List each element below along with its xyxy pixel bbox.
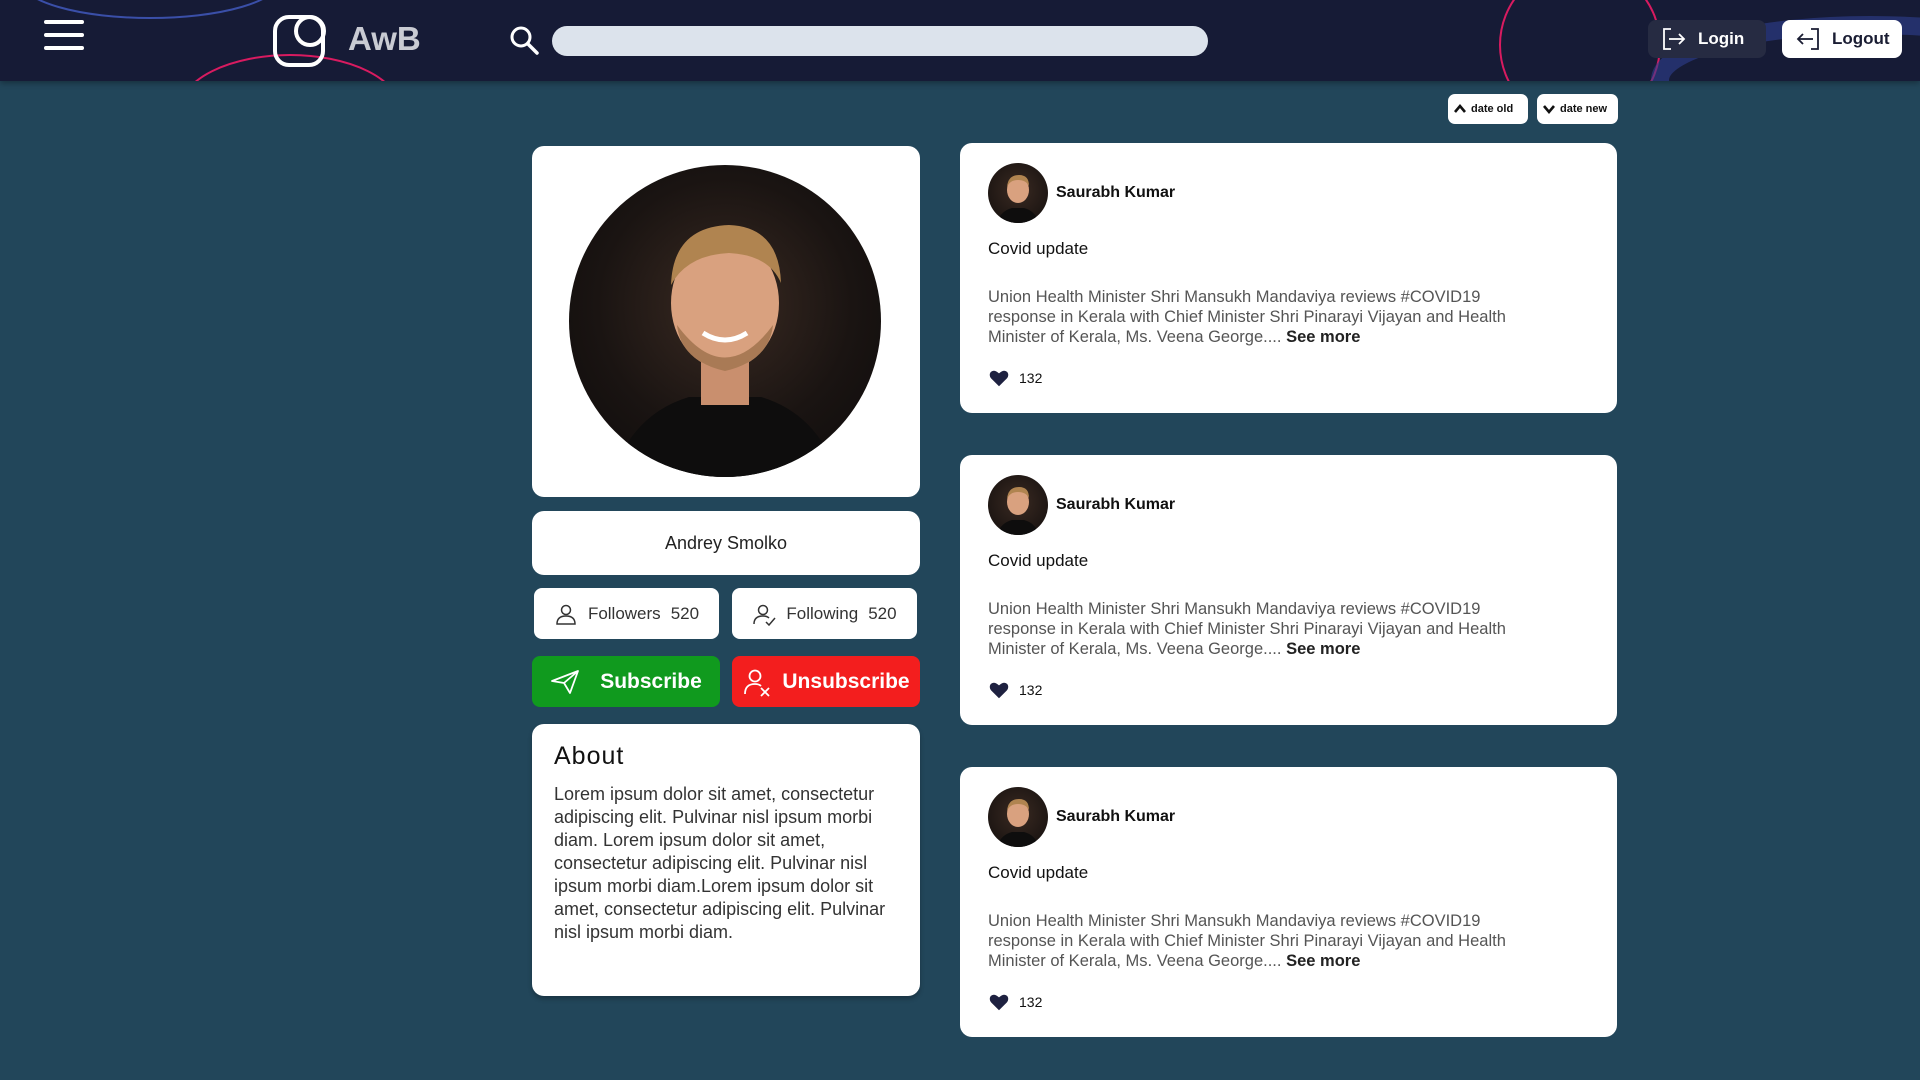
post-likes: 132 [988,679,1589,701]
post-text: Union Health Minister Shri Mansukh Manda… [988,287,1548,347]
post-likes: 132 [988,991,1589,1013]
author-photo [996,487,1040,535]
likes-count: 132 [1019,682,1043,698]
login-icon [1663,28,1686,50]
post-title: Covid update [988,863,1089,882]
author-photo [996,799,1040,847]
logout-button[interactable]: Logout [1782,20,1902,58]
post-header: Saurabh Kumar [988,475,1589,535]
author-avatar[interactable] [988,475,1048,535]
sort-date-old-label: date old [1471,103,1514,115]
user-icon [556,604,576,625]
unsubscribe-button[interactable]: Unsubscribe [732,656,920,707]
post-text: Union Health Minister Shri Mansukh Manda… [988,911,1548,971]
post-author[interactable]: Saurabh Kumar [1056,808,1175,826]
heart-icon[interactable] [988,367,1010,389]
menu-button[interactable] [44,20,84,50]
post-header: Saurabh Kumar [988,163,1589,223]
heart-icon[interactable] [988,991,1010,1013]
about-title: About [554,742,625,770]
chevron-up-icon [1454,103,1466,113]
likes-count: 132 [1019,370,1043,386]
followers-count: 520 [670,603,700,623]
following-label: Following [786,603,859,623]
heart-icon[interactable] [988,679,1010,701]
chevron-down-icon [1543,105,1555,115]
hamburger-icon-line [44,33,84,37]
about-text: Lorem ipsum dolor sit amet, consectetur … [554,784,886,942]
followers-label: Followers [587,603,661,623]
user-remove-icon [744,669,771,697]
author-photo [996,175,1040,223]
post-text: Union Health Minister Shri Mansukh Manda… [988,599,1548,659]
sort-date-new-label: date new [1560,103,1608,115]
post-body: Union Health Minister Shri Mansukh Manda… [988,912,1506,970]
author-avatar[interactable] [988,163,1048,223]
post-card: Saurabh Kumar Covid update Union Health … [960,143,1617,413]
profile-avatar [569,165,881,477]
top-bar: AwB Login Logout [0,0,1920,81]
see-more-link[interactable]: See more [1286,640,1360,658]
followers-button[interactable]: Followers 520 [534,588,719,639]
send-icon [551,669,580,694]
author-avatar[interactable] [988,787,1048,847]
likes-count: 132 [1019,994,1043,1010]
subscribe-label: Subscribe [600,669,702,693]
post-card: Saurabh Kumar Covid update Union Health … [960,455,1617,725]
logout-icon [1796,28,1819,50]
logout-label: Logout [1832,29,1890,48]
subscribe-button[interactable]: Subscribe [532,656,720,707]
post-author[interactable]: Saurabh Kumar [1056,184,1175,202]
person-photo [611,225,839,477]
post-title: Covid update [988,239,1089,258]
login-label: Login [1698,29,1745,48]
about-card: About Lorem ipsum dolor sit amet, consec… [532,724,920,996]
hamburger-icon-line [44,20,84,24]
following-button[interactable]: Following 520 [732,588,917,639]
unsubscribe-label: Unsubscribe [782,669,910,693]
logo-icon [273,15,326,67]
post-body: Union Health Minister Shri Mansukh Manda… [988,288,1506,346]
hamburger-icon-line [44,46,84,50]
following-count: 520 [868,603,897,623]
see-more-link[interactable]: See more [1286,952,1360,970]
search-input[interactable] [552,26,1208,56]
profile-photo-card [532,146,920,497]
login-button[interactable]: Login [1648,20,1766,58]
see-more-link[interactable]: See more [1286,328,1360,346]
user-check-icon [753,604,776,626]
brand-name: AwB [348,20,421,57]
post-author[interactable]: Saurabh Kumar [1056,496,1175,514]
post-likes: 132 [988,367,1589,389]
sort-date-new-button[interactable]: date new [1537,94,1618,124]
profile-name: Andrey Smolko [532,511,920,575]
sort-date-old-button[interactable]: date old [1448,94,1528,124]
search-icon[interactable] [508,24,540,56]
post-title: Covid update [988,551,1089,570]
post-card: Saurabh Kumar Covid update Union Health … [960,767,1617,1037]
post-header: Saurabh Kumar [988,787,1589,847]
post-body: Union Health Minister Shri Mansukh Manda… [988,600,1506,658]
